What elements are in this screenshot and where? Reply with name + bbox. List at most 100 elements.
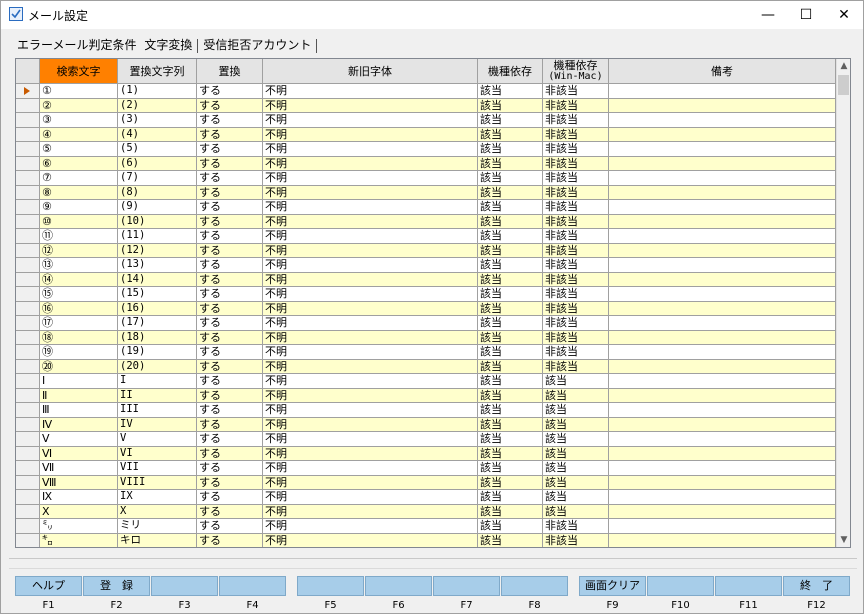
row-header[interactable] [16,316,40,331]
cell-platform-dependent-win-mac[interactable]: 非該当 [543,345,609,360]
cell-old-new-form[interactable]: 不明 [263,142,478,157]
cell-replace[interactable]: する [197,214,263,229]
cell-replace-string[interactable]: (15) [118,287,197,302]
cell-search-char[interactable]: Ⅱ [40,388,118,403]
scroll-up-arrow-icon[interactable]: ▲ [837,59,850,73]
cell-platform-dependent-win-mac[interactable]: 非該当 [543,272,609,287]
cell-old-new-form[interactable]: 不明 [263,504,478,519]
row-header[interactable] [16,504,40,519]
cell-replace-string[interactable]: (7) [118,171,197,186]
row-header[interactable] [16,287,40,302]
cell-replace[interactable]: する [197,258,263,273]
cell-remarks[interactable] [609,185,836,200]
row-header[interactable] [16,533,40,547]
function-key-f12-button[interactable]: 終 了 [783,576,850,596]
cell-replace-string[interactable]: X [118,504,197,519]
cell-remarks[interactable] [609,490,836,505]
table-row[interactable]: ⑦ (7) する 不明 該当 非該当 [16,171,836,186]
cell-platform-dependent-win-mac[interactable]: 非該当 [543,330,609,345]
minimize-button[interactable]: — [749,1,787,29]
cell-platform-dependent[interactable]: 該当 [478,359,543,374]
cell-replace-string[interactable]: (17) [118,316,197,331]
row-header[interactable] [16,490,40,505]
cell-remarks[interactable] [609,388,836,403]
cell-platform-dependent-win-mac[interactable]: 非該当 [543,200,609,215]
column-header-replace[interactable]: 置換 [197,59,263,84]
cell-platform-dependent-win-mac[interactable]: 非該当 [543,127,609,142]
cell-replace[interactable]: する [197,345,263,360]
cell-replace-string[interactable]: IX [118,490,197,505]
cell-platform-dependent-win-mac[interactable]: 該当 [543,504,609,519]
function-key-f9-button[interactable]: 画面クリア [579,576,646,596]
cell-platform-dependent[interactable]: 該当 [478,142,543,157]
function-key-f8-button[interactable] [501,576,568,596]
cell-remarks[interactable] [609,403,836,418]
cell-replace-string[interactable]: III [118,403,197,418]
cell-search-char[interactable]: Ⅳ [40,417,118,432]
cell-search-char[interactable]: ⑩ [40,214,118,229]
cell-replace[interactable]: する [197,403,263,418]
cell-replace-string[interactable]: IV [118,417,197,432]
table-row[interactable]: ② (2) する 不明 該当 非該当 [16,98,836,113]
cell-old-new-form[interactable]: 不明 [263,432,478,447]
cell-platform-dependent[interactable]: 該当 [478,533,543,547]
cell-platform-dependent[interactable]: 該当 [478,490,543,505]
cell-replace[interactable]: する [197,229,263,244]
cell-old-new-form[interactable]: 不明 [263,287,478,302]
cell-platform-dependent-win-mac[interactable]: 非該当 [543,185,609,200]
cell-remarks[interactable] [609,156,836,171]
row-header[interactable] [16,156,40,171]
table-row[interactable]: ⑬ (13) する 不明 該当 非該当 [16,258,836,273]
cell-replace[interactable]: する [197,374,263,389]
cell-platform-dependent[interactable]: 該当 [478,519,543,534]
cell-replace-string[interactable]: (16) [118,301,197,316]
cell-old-new-form[interactable]: 不明 [263,461,478,476]
cell-replace-string[interactable]: キロ [118,533,197,547]
row-header[interactable] [16,142,40,157]
cell-platform-dependent-win-mac[interactable]: 非該当 [543,301,609,316]
table-row[interactable]: ⑥ (6) する 不明 該当 非該当 [16,156,836,171]
cell-platform-dependent-win-mac[interactable]: 非該当 [543,113,609,128]
cell-old-new-form[interactable]: 不明 [263,84,478,99]
cell-old-new-form[interactable]: 不明 [263,272,478,287]
cell-search-char[interactable]: Ⅸ [40,490,118,505]
cell-replace[interactable]: する [197,142,263,157]
cell-search-char[interactable]: ㍉ [40,519,118,534]
cell-search-char[interactable]: ③ [40,113,118,128]
row-header[interactable] [16,98,40,113]
cell-platform-dependent[interactable]: 該当 [478,446,543,461]
row-header[interactable] [16,200,40,215]
table-row[interactable]: ⑧ (8) する 不明 該当 非該当 [16,185,836,200]
cell-search-char[interactable]: ⑲ [40,345,118,360]
table-row[interactable]: ⑮ (15) する 不明 該当 非該当 [16,287,836,302]
cell-replace[interactable]: する [197,156,263,171]
function-key-f11-button[interactable] [715,576,782,596]
cell-old-new-form[interactable]: 不明 [263,113,478,128]
cell-platform-dependent[interactable]: 該当 [478,504,543,519]
row-header[interactable] [16,359,40,374]
cell-search-char[interactable]: ⑰ [40,316,118,331]
cell-remarks[interactable] [609,475,836,490]
row-header[interactable] [16,127,40,142]
cell-platform-dependent[interactable]: 該当 [478,200,543,215]
cell-search-char[interactable]: ⑪ [40,229,118,244]
tab-reject-accounts[interactable]: 受信拒否アカウント [201,36,313,54]
table-row[interactable]: Ⅴ V する 不明 該当 該当 [16,432,836,447]
table-row[interactable]: Ⅹ X する 不明 該当 該当 [16,504,836,519]
column-header-search-char[interactable]: 検索文字 [40,59,118,84]
cell-replace-string[interactable]: (10) [118,214,197,229]
row-header[interactable] [16,214,40,229]
cell-platform-dependent[interactable]: 該当 [478,229,543,244]
cell-platform-dependent-win-mac[interactable]: 非該当 [543,287,609,302]
table-row[interactable]: Ⅷ VIII する 不明 該当 該当 [16,475,836,490]
cell-search-char[interactable]: ⑭ [40,272,118,287]
cell-platform-dependent[interactable]: 該当 [478,84,543,99]
cell-replace-string[interactable]: (3) [118,113,197,128]
cell-replace[interactable]: する [197,461,263,476]
row-header[interactable] [16,417,40,432]
cell-old-new-form[interactable]: 不明 [263,98,478,113]
cell-platform-dependent[interactable]: 該当 [478,243,543,258]
cell-old-new-form[interactable]: 不明 [263,171,478,186]
table-row[interactable]: ⑤ (5) する 不明 該当 非該当 [16,142,836,157]
cell-platform-dependent[interactable]: 該当 [478,127,543,142]
